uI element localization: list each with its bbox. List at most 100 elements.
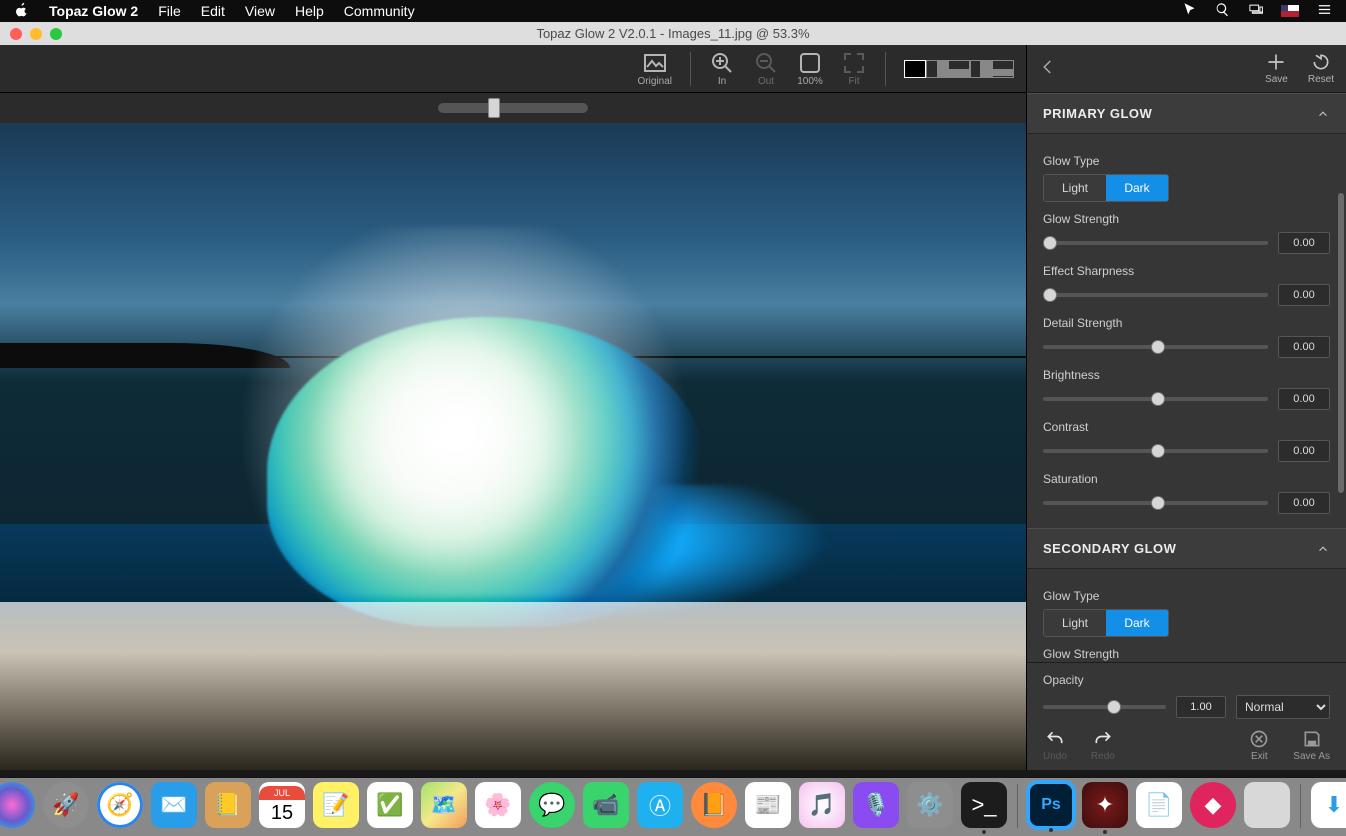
dock-terminal[interactable]: >_ [961, 782, 1007, 828]
redo-button[interactable]: Redo [1091, 729, 1115, 762]
dock-podcasts[interactable]: 🎙️ [853, 782, 899, 828]
menubar-item-help[interactable]: Help [295, 3, 324, 19]
chevron-up-icon [1316, 107, 1330, 121]
image-preview[interactable] [0, 123, 1026, 770]
dock-itunes[interactable]: 🎵 [799, 782, 845, 828]
dock-downloads[interactable]: ⬇︎ [1311, 782, 1346, 828]
secondary-glowtype-light[interactable]: Light [1044, 610, 1106, 636]
primary-glowtype-light[interactable]: Light [1044, 175, 1106, 201]
exit-label: Exit [1251, 751, 1268, 762]
dock-maps[interactable]: 🗺️ [421, 782, 467, 828]
dock-siri[interactable] [0, 782, 35, 828]
menubar-item-community[interactable]: Community [344, 3, 415, 19]
dock-books[interactable]: 📙 [691, 782, 737, 828]
reset-button[interactable]: Reset [1308, 52, 1334, 85]
opacity-value[interactable]: 1.00 [1176, 696, 1226, 718]
zoom-fit-button[interactable]: Fit [835, 49, 873, 89]
primary-glowtype-dark[interactable]: Dark [1106, 175, 1168, 201]
zoom-slider[interactable] [438, 103, 588, 113]
chevron-up-icon [1316, 542, 1330, 556]
dock-textedit[interactable]: 📄 [1136, 782, 1182, 828]
dock-wrap: 🙂 🚀 🧭 ✉️ 📒 JUL15 📝 ✅ 🗺️ 🌸 💬 📹 Ⓐ 📙 📰 🎵 🎙️… [0, 770, 1346, 836]
dock-launchpad[interactable]: 🚀 [43, 782, 89, 828]
opacity-slider-thumb[interactable] [1107, 700, 1121, 714]
primary-slider[interactable] [1043, 293, 1268, 297]
primary-slider-value[interactable]: 0.00 [1278, 440, 1330, 462]
dock-appstore[interactable]: Ⓐ [637, 782, 683, 828]
secondary-glowtype-dark[interactable]: Dark [1106, 610, 1168, 636]
view-mode-split-v[interactable] [926, 60, 948, 78]
dock-contacts[interactable]: 📒 [205, 782, 251, 828]
primary-slider-value[interactable]: 0.00 [1278, 388, 1330, 410]
primary-slider-value[interactable]: 0.00 [1278, 284, 1330, 306]
primary-slider-thumb[interactable] [1151, 392, 1165, 406]
menubar-item-file[interactable]: File [158, 3, 181, 19]
zoom-out-button[interactable]: Out [747, 49, 785, 89]
window-minimize-button[interactable] [30, 28, 42, 40]
notification-center-icon[interactable] [1317, 2, 1332, 20]
opacity-slider[interactable] [1043, 705, 1166, 709]
primary-slider-label: Effect Sharpness [1043, 264, 1330, 278]
cursor-icon[interactable] [1182, 2, 1197, 20]
primary-slider[interactable] [1043, 397, 1268, 401]
primary-slider-thumb[interactable] [1151, 496, 1165, 510]
primary-slider-value[interactable]: 0.00 [1278, 232, 1330, 254]
primary-slider-thumb[interactable] [1043, 288, 1057, 302]
original-button[interactable]: Original [632, 49, 678, 89]
view-mode-single[interactable] [904, 60, 926, 78]
view-mode-stack[interactable] [992, 60, 1014, 78]
menubar-item-view[interactable]: View [245, 3, 275, 19]
redo-label: Redo [1091, 751, 1115, 762]
mac-menubar: Topaz Glow 2 File Edit View Help Communi… [0, 0, 1346, 22]
secondary-glow-body: Glow Type Light Dark Glow Strength0.00Ef… [1027, 569, 1346, 662]
dock-photos[interactable]: 🌸 [475, 782, 521, 828]
window-close-button[interactable] [10, 28, 22, 40]
zoom-in-label: In [718, 76, 726, 87]
primary-slider-thumb[interactable] [1151, 444, 1165, 458]
window-zoom-button[interactable] [50, 28, 62, 40]
screen-mirror-icon[interactable] [1248, 2, 1263, 20]
dock-photoshop[interactable]: Ps [1028, 782, 1074, 828]
primary-slider[interactable] [1043, 345, 1268, 349]
undo-button[interactable]: Undo [1043, 729, 1067, 762]
dock-app-missing[interactable] [1244, 782, 1290, 828]
dock-reminders[interactable]: ✅ [367, 782, 413, 828]
dock-messages[interactable]: 💬 [529, 782, 575, 828]
dock-notes[interactable]: 📝 [313, 782, 359, 828]
primary-slider-thumb[interactable] [1043, 236, 1057, 250]
primary-slider[interactable] [1043, 449, 1268, 453]
view-mode-side-by-side[interactable] [970, 60, 992, 78]
dock-news[interactable]: 📰 [745, 782, 791, 828]
dock-app-red[interactable]: ✦ [1082, 782, 1128, 828]
menubar-item-edit[interactable]: Edit [201, 3, 225, 19]
zoom-in-button[interactable]: In [703, 49, 741, 89]
primary-slider-value[interactable]: 0.00 [1278, 492, 1330, 514]
primary-slider-value[interactable]: 0.00 [1278, 336, 1330, 358]
primary-slider-thumb[interactable] [1151, 340, 1165, 354]
primary-slider[interactable] [1043, 501, 1268, 505]
view-mode-split-h[interactable] [948, 60, 970, 78]
dock-safari[interactable]: 🧭 [97, 782, 143, 828]
dock-app-ruby[interactable]: ◆ [1190, 782, 1236, 828]
apple-icon[interactable] [14, 2, 29, 20]
zoom-100-button[interactable]: 100% [791, 49, 829, 89]
zoom-slider-thumb[interactable] [488, 98, 500, 118]
original-label: Original [638, 76, 672, 87]
saveas-button[interactable]: Save As [1293, 729, 1330, 762]
spotlight-icon[interactable] [1215, 2, 1230, 20]
input-source-icon[interactable] [1281, 5, 1299, 17]
dock-sysprefs[interactable]: ⚙️ [907, 782, 953, 828]
dock-facetime[interactable]: 📹 [583, 782, 629, 828]
panel-scrollbar[interactable] [1338, 193, 1344, 493]
primary-slider-row: 0.00 [1043, 336, 1330, 358]
blend-mode-select[interactable]: Normal [1236, 695, 1330, 719]
back-button[interactable] [1039, 58, 1057, 79]
section-primary-title: PRIMARY GLOW [1043, 106, 1152, 121]
dock-calendar[interactable]: JUL15 [259, 782, 305, 828]
save-preset-button[interactable]: Save [1265, 52, 1288, 85]
primary-slider[interactable] [1043, 241, 1268, 245]
dock-mail[interactable]: ✉️ [151, 782, 197, 828]
section-primary-glow[interactable]: PRIMARY GLOW [1027, 93, 1346, 134]
section-secondary-glow[interactable]: SECONDARY GLOW [1027, 528, 1346, 569]
exit-button[interactable]: Exit [1249, 729, 1269, 762]
